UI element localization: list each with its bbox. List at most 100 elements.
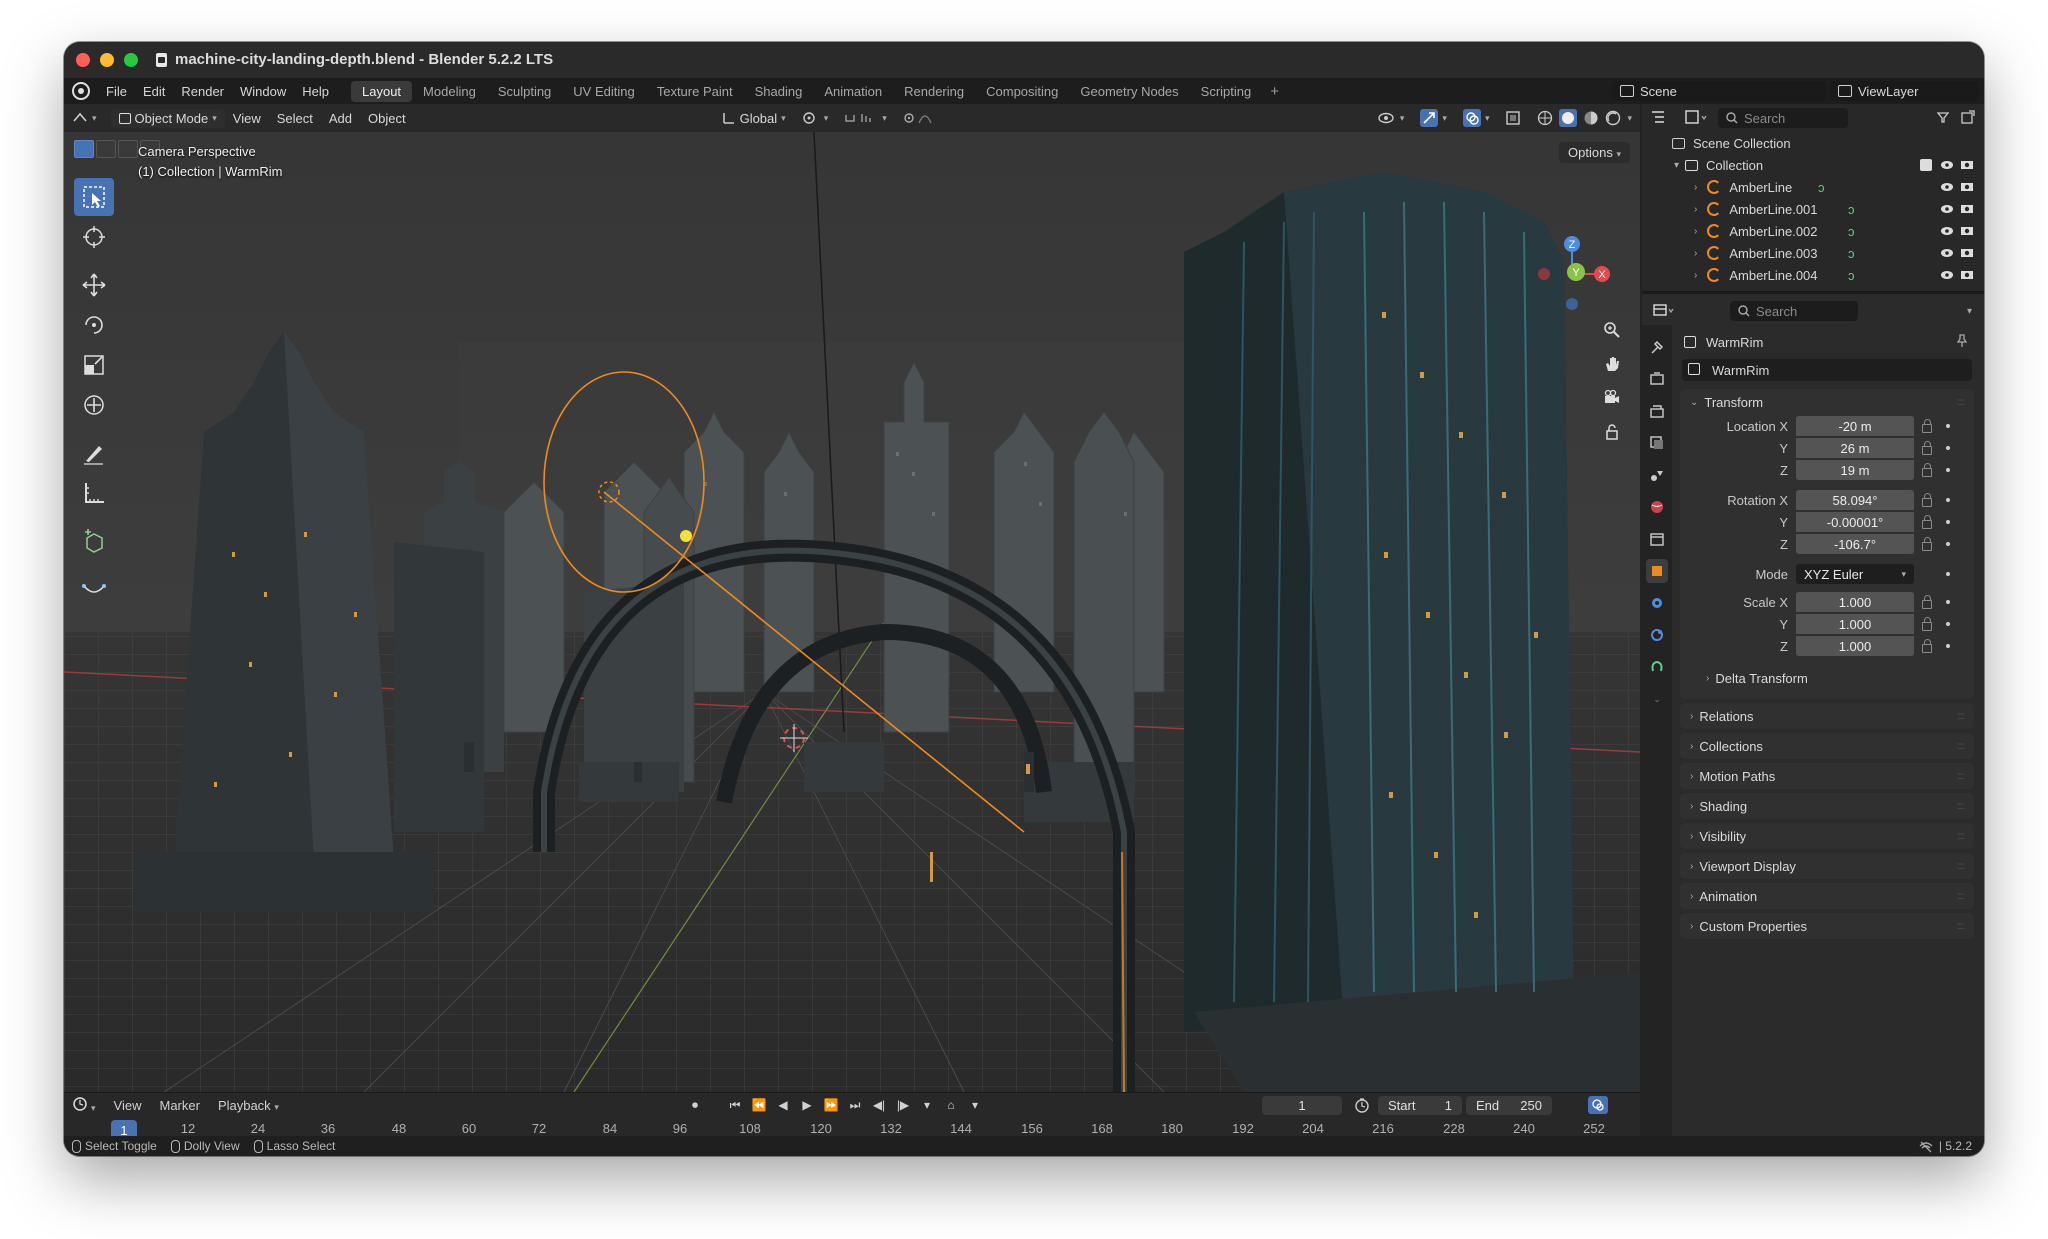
select-new-icon[interactable] (74, 140, 94, 158)
select-box-tool[interactable] (74, 178, 114, 216)
drag-grip-icon[interactable]: :::: (1957, 741, 1965, 752)
transform-tool[interactable] (74, 386, 114, 424)
object-name-field[interactable]: WarmRim (1682, 359, 1972, 381)
new-collection-icon[interactable] (1960, 109, 1976, 128)
keyframe-dot-icon[interactable] (1946, 446, 1950, 450)
tab-compositing[interactable]: Compositing (975, 81, 1069, 102)
object-tab-icon[interactable] (1646, 559, 1668, 583)
mode-selector[interactable]: Object Mode ▾ (110, 108, 225, 128)
properties-search[interactable]: Search (1730, 301, 1858, 321)
pin-icon[interactable] (1956, 333, 1968, 351)
outliner-object-row[interactable]: › AmberLine.004 ↄ (1642, 264, 1984, 286)
render-camera-icon[interactable] (1960, 180, 1974, 195)
outliner-object-row[interactable]: › AmberLine.003 ↄ (1642, 242, 1984, 264)
minimize-window-button[interactable] (100, 53, 114, 67)
timer-icon[interactable] (1354, 1097, 1370, 1116)
tab-uv-editing[interactable]: UV Editing (562, 81, 645, 102)
location-y-field[interactable]: 26 m (1796, 438, 1914, 458)
chevron-down-icon[interactable]: ▾ (1674, 160, 1679, 171)
render-camera-icon[interactable] (1960, 202, 1974, 217)
overlays-toggle[interactable]: ▾ (1455, 107, 1498, 129)
chevron-right-icon[interactable]: › (1694, 182, 1697, 193)
view-layer-selector[interactable]: ViewLayer (1830, 81, 1978, 101)
properties-editor-type-icon[interactable] (1652, 302, 1676, 321)
drag-grip-icon[interactable]: :::: (1957, 861, 1965, 872)
viewport-menu-select[interactable]: Select (269, 109, 321, 128)
eye-icon[interactable] (1940, 180, 1954, 195)
scale-z-field[interactable]: 1.000 (1796, 636, 1914, 656)
rotation-mode-select[interactable]: XYZ Euler ▾ (1796, 564, 1914, 584)
proportional-edit-toggle[interactable] (895, 109, 945, 127)
editor-type-button[interactable]: ▾ (64, 109, 105, 127)
animation-panel[interactable]: › Animation:::: (1680, 883, 1974, 909)
render-camera-icon[interactable] (1960, 158, 1974, 173)
rotate-tool[interactable] (74, 306, 114, 344)
tab-rendering[interactable]: Rendering (893, 81, 975, 102)
location-x-field[interactable]: -20 m (1796, 416, 1914, 436)
scene-selector[interactable]: Scene (1612, 81, 1826, 101)
auto-keying-icon[interactable]: ⌂ (942, 1096, 960, 1114)
menu-window[interactable]: Window (232, 84, 294, 99)
snap-toggle[interactable]: ▾ (836, 109, 895, 127)
light-handle[interactable] (680, 530, 692, 542)
outliner-object-row[interactable]: › AmberLine.001 ↄ (1642, 198, 1984, 220)
timeline-editor-type[interactable]: ▾ (64, 1096, 105, 1114)
timeline-menu-marker[interactable]: Marker (150, 1098, 208, 1113)
tab-layout[interactable]: Layout (351, 80, 413, 102)
keyframe-dot-icon[interactable] (1946, 520, 1950, 524)
eye-icon[interactable] (1940, 202, 1954, 217)
close-window-button[interactable] (76, 53, 90, 67)
select-subtract-icon[interactable] (118, 140, 138, 158)
prev-keyframe-icon[interactable]: ⏪ (750, 1096, 768, 1114)
rendered-shading-icon[interactable] (1605, 110, 1621, 126)
drag-grip-icon[interactable]: :::: (1957, 891, 1965, 902)
lock-icon[interactable] (1922, 418, 1932, 433)
next-keyframe-icon[interactable]: ⏩ (822, 1096, 840, 1114)
delta-transform-header[interactable]: › Delta Transform (1680, 665, 1974, 691)
custom-properties-panel[interactable]: › Custom Properties:::: (1680, 913, 1974, 939)
viewport-display-panel[interactable]: › Viewport Display:::: (1680, 853, 1974, 879)
cursor-tool[interactable] (74, 218, 114, 256)
keyframe-dot-icon[interactable] (1946, 542, 1950, 546)
collection-row[interactable]: ▾ Collection (1642, 154, 1984, 176)
tab-scripting[interactable]: Scripting (1190, 81, 1263, 102)
menu-help[interactable]: Help (294, 84, 337, 99)
eye-icon[interactable] (1940, 158, 1954, 173)
render-camera-icon[interactable] (1960, 224, 1974, 239)
relations-panel[interactable]: › Relations:::: (1680, 703, 1974, 729)
filter-icon[interactable] (1936, 110, 1950, 127)
viewport-menu-object[interactable]: Object (360, 109, 414, 128)
shading-panel[interactable]: › Shading:::: (1680, 793, 1974, 819)
eye-icon[interactable] (1940, 224, 1954, 239)
menu-render[interactable]: Render (173, 84, 232, 99)
menu-file[interactable]: File (98, 84, 135, 99)
drag-grip-icon[interactable]: :::: (1957, 771, 1965, 782)
viewport-menu-view[interactable]: View (225, 109, 269, 128)
render-tab-icon[interactable] (1646, 367, 1668, 391)
chevron-right-icon[interactable]: › (1694, 248, 1697, 259)
chevron-right-icon[interactable]: › (1694, 270, 1697, 281)
camera-view-icon[interactable] (1600, 386, 1624, 410)
tab-shading[interactable]: Shading (744, 81, 814, 102)
chevron-right-icon[interactable]: › (1694, 226, 1697, 237)
transform-orientation-selector[interactable]: Global ▾ (714, 109, 794, 128)
prev-marker-icon[interactable]: ◀| (870, 1096, 888, 1114)
timeline-overlays-icon[interactable] (1588, 1096, 1608, 1114)
motion-paths-panel[interactable]: › Motion Paths:::: (1680, 763, 1974, 789)
maximize-window-button[interactable] (124, 53, 138, 67)
keyframe-dot-icon[interactable] (1946, 498, 1950, 502)
lock-icon[interactable] (1922, 514, 1932, 529)
eye-icon[interactable] (1940, 268, 1954, 283)
viewport-menu-add[interactable]: Add (321, 109, 360, 128)
record-icon[interactable]: ⏺ (686, 1096, 704, 1114)
select-extend-icon[interactable] (96, 140, 116, 158)
render-camera-icon[interactable] (1960, 268, 1974, 283)
view-layer-tab-icon[interactable] (1646, 431, 1668, 455)
current-frame-field[interactable]: 1 (1262, 1096, 1342, 1115)
xray-toggle[interactable] (1497, 108, 1529, 128)
menu-edit[interactable]: Edit (135, 84, 173, 99)
lock-icon[interactable] (1922, 638, 1932, 653)
drag-grip-icon[interactable]: :::: (1957, 831, 1965, 842)
scene-collection-row[interactable]: Scene Collection (1642, 132, 1984, 154)
wireframe-shading-icon[interactable] (1537, 110, 1553, 126)
